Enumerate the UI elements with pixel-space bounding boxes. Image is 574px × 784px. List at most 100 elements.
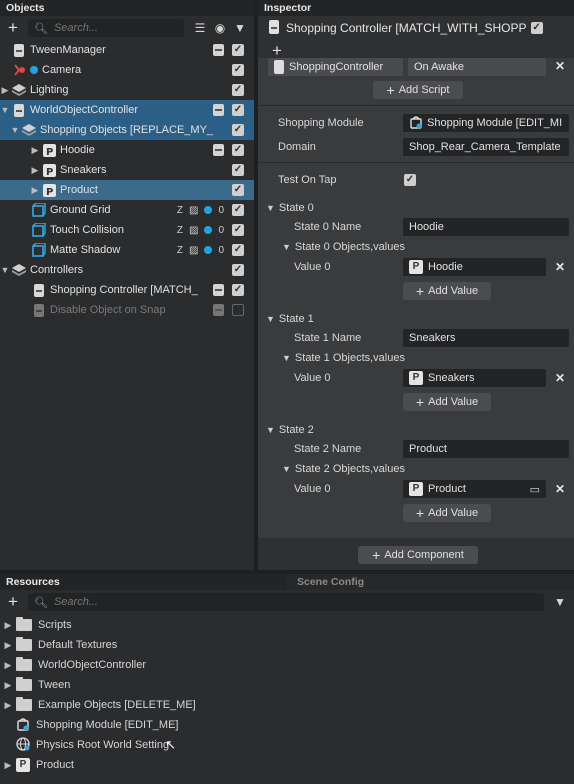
object-row-shopping-controller[interactable]: Shopping Controller [MATCH_ ✓	[0, 280, 254, 300]
expand-caret-icon[interactable]: ▶	[0, 660, 16, 671]
enabled-checkbox[interactable]: ✓	[232, 164, 244, 176]
object-row-shopping-objects[interactable]: ▼ Shopping Objects [REPLACE_MY_ ✓	[0, 120, 254, 140]
state-0-value-field[interactable]: P Hoodie	[403, 258, 546, 276]
state-name-label: State 1 Name	[294, 332, 362, 344]
folder-browse-icon[interactable]: ▭	[530, 483, 540, 496]
enabled-checkbox[interactable]: ✓	[232, 44, 244, 56]
enabled-checkbox[interactable]: ✓	[232, 244, 244, 256]
value-object: Sneakers	[428, 372, 475, 384]
expand-caret-icon[interactable]: ▶	[30, 165, 40, 176]
resource-row-physics-root[interactable]: Physics Root World Setting ↖	[0, 735, 574, 755]
expand-caret-icon[interactable]: ▶	[0, 85, 10, 96]
add-script-button[interactable]: + Add Script	[373, 81, 463, 99]
state-1-value-field[interactable]: P Sneakers	[403, 369, 546, 387]
enabled-checkbox[interactable]: ✓	[232, 304, 244, 316]
resource-row-tween[interactable]: ▶ Tween	[0, 675, 574, 695]
expand-caret-icon[interactable]: ▶	[0, 760, 16, 771]
object-row-sneakers[interactable]: ▶ P Sneakers ✓	[0, 160, 254, 180]
state-2-objects-row[interactable]: ▼ State 2 Objects,values	[258, 458, 574, 480]
resource-row-scripts[interactable]: ▶ Scripts	[0, 615, 574, 635]
domain-input[interactable]: Shop_Rear_Camera_Template	[403, 138, 569, 156]
state-0-name-input[interactable]: Hoodie	[403, 218, 569, 236]
resource-row-example-objects[interactable]: ▶ Example Objects [DELETE_ME]	[0, 695, 574, 715]
enabled-checkbox[interactable]: ✓	[232, 104, 244, 116]
state-1-objects-row[interactable]: ▼ State 1 Objects,values	[258, 347, 574, 369]
object-row-matte-shadow[interactable]: Matte Shadow Z ▨ 0 ✓	[0, 240, 254, 260]
enabled-checkbox[interactable]: ✓	[232, 184, 244, 196]
enabled-checkbox[interactable]: ✓	[232, 124, 244, 136]
filter-icon[interactable]: ▼	[230, 21, 250, 35]
script-icon	[274, 60, 284, 74]
objects-search-input[interactable]: 🔍︎ Search...	[28, 19, 184, 37]
state-2-name-input[interactable]: Product	[403, 440, 569, 458]
object-label: Matte Shadow	[50, 244, 121, 256]
state-2-value-field[interactable]: P Product ▭	[403, 480, 546, 498]
expand-caret-icon[interactable]: ▶	[0, 680, 16, 691]
enabled-checkbox[interactable]: ✓	[232, 224, 244, 236]
remove-value-icon[interactable]: ✕	[555, 260, 565, 274]
resource-row-default-textures[interactable]: ▶ Default Textures	[0, 635, 574, 655]
add-object-icon[interactable]: +	[4, 19, 22, 37]
object-row-touch-collision[interactable]: Touch Collision Z ▨ 0 ✓	[0, 220, 254, 240]
resource-label: Example Objects [DELETE_ME]	[38, 699, 196, 711]
state-1-add-value-button[interactable]: + Add Value	[403, 393, 491, 411]
trigger-dropdown[interactable]: On Awake	[408, 58, 546, 76]
object-row-product[interactable]: ▶ P Product ✓	[0, 180, 254, 200]
object-row-hoodie[interactable]: ▶ P Hoodie ✓	[0, 140, 254, 160]
object-row-worldobjectcontroller[interactable]: ▼ WorldObjectController ✓	[0, 100, 254, 120]
value-label: Value 0	[294, 483, 331, 495]
remove-value-icon[interactable]: ✕	[555, 371, 565, 385]
enabled-checkbox[interactable]: ✓	[232, 284, 244, 296]
resource-row-worldobjectcontroller[interactable]: ▶ WorldObjectController	[0, 655, 574, 675]
resource-row-product[interactable]: ▶ P Product	[0, 755, 574, 775]
resources-search-input[interactable]: 🔍︎ Search...	[28, 593, 544, 611]
resource-row-shopping-module[interactable]: Shopping Module [EDIT_ME]	[0, 715, 574, 735]
snap-z-icon: Z	[176, 204, 183, 216]
tab-scene-config[interactable]: Scene Config	[287, 574, 574, 590]
object-row-disable-object-on-snap[interactable]: Disable Object on Snap ✓	[0, 300, 254, 320]
expand-caret-icon[interactable]: ▶	[0, 700, 16, 711]
enabled-checkbox[interactable]: ✓	[232, 204, 244, 216]
domain-value: Shop_Rear_Camera_Template	[409, 141, 561, 153]
domain-label: Domain	[278, 141, 316, 153]
collapse-caret-icon[interactable]: ▼	[10, 125, 20, 135]
collapse-caret-icon[interactable]: ▼	[0, 105, 10, 115]
svg-text:P: P	[46, 147, 53, 157]
expand-caret-icon[interactable]: ▶	[0, 640, 16, 651]
enabled-checkbox[interactable]: ✓	[232, 264, 244, 276]
object-label: WorldObjectController	[30, 104, 139, 116]
object-row-lighting[interactable]: ▶ Lighting ✓	[0, 80, 254, 100]
layer-dot-icon	[204, 246, 213, 254]
remove-script-icon[interactable]: ✕	[555, 59, 565, 73]
expand-caret-icon[interactable]: ▶	[0, 620, 16, 631]
add-resource-icon[interactable]: +	[4, 593, 22, 611]
enabled-checkbox[interactable]: ✓	[232, 84, 244, 96]
object-row-ground-grid[interactable]: Ground Grid Z ▨ 0 ✓	[0, 200, 254, 220]
state-name-label: State 2 Name	[294, 443, 362, 455]
object-row-camera[interactable]: Camera ✓	[0, 60, 254, 80]
state-0-add-value-button[interactable]: + Add Value	[403, 282, 491, 300]
visibility-eye-icon[interactable]: ◉	[210, 21, 230, 35]
search-icon: 🔍︎	[34, 22, 48, 35]
collapse-caret-icon[interactable]: ▼	[0, 265, 10, 275]
hierarchy-view-icon[interactable]: ☰	[190, 21, 210, 35]
test-on-tap-checkbox[interactable]: ✓	[404, 174, 416, 186]
expand-caret-icon[interactable]: ▶	[30, 185, 40, 196]
expand-caret-icon[interactable]: ▶	[30, 145, 40, 156]
inspector-enabled-checkbox[interactable]: ✓	[530, 22, 543, 34]
enabled-checkbox[interactable]: ✓	[232, 64, 244, 76]
state-0-objects-row[interactable]: ▼ State 0 Objects,values	[258, 236, 574, 258]
resource-label: Shopping Module [EDIT_ME]	[36, 719, 179, 731]
object-row-controllers[interactable]: ▼ Controllers ✓	[0, 260, 254, 280]
add-component-button[interactable]: + Add Component	[358, 546, 478, 564]
state-title: State 2	[278, 424, 314, 436]
state-1-name-input[interactable]: Sneakers	[403, 329, 569, 347]
object-row-tweenmanager[interactable]: TweenManager ✓	[0, 40, 254, 60]
tab-resources[interactable]: Resources	[0, 574, 287, 590]
shopping-module-field[interactable]: Shopping Module [EDIT_MI	[403, 114, 569, 132]
script-asset-field[interactable]: ShoppingController	[268, 58, 403, 76]
filter-icon[interactable]: ▼	[550, 595, 570, 609]
state-2-add-value-button[interactable]: + Add Value	[403, 504, 491, 522]
remove-value-icon[interactable]: ✕	[555, 482, 565, 496]
enabled-checkbox[interactable]: ✓	[232, 144, 244, 156]
